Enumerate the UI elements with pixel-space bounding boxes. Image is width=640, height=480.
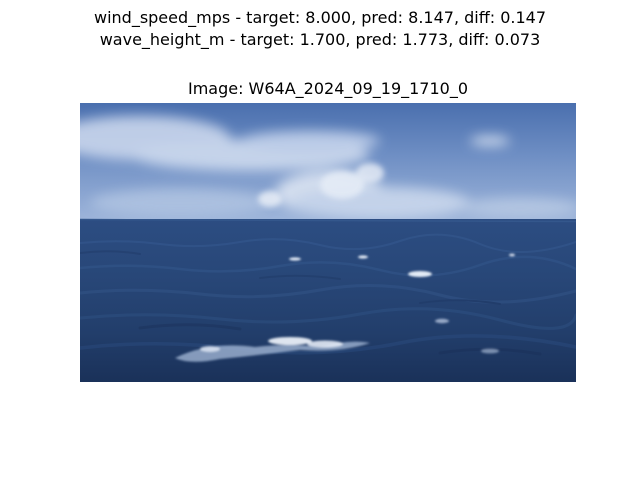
ocean-photo [80,103,576,382]
image-title: Image: W64A_2024_09_19_1710_0 [187,79,469,98]
suptitle-wave-height: wave_height_m - target: 1.700, pred: 1.7… [99,30,541,49]
suptitle-wind-speed: wind_speed_mps - target: 8.000, pred: 8.… [93,8,547,27]
